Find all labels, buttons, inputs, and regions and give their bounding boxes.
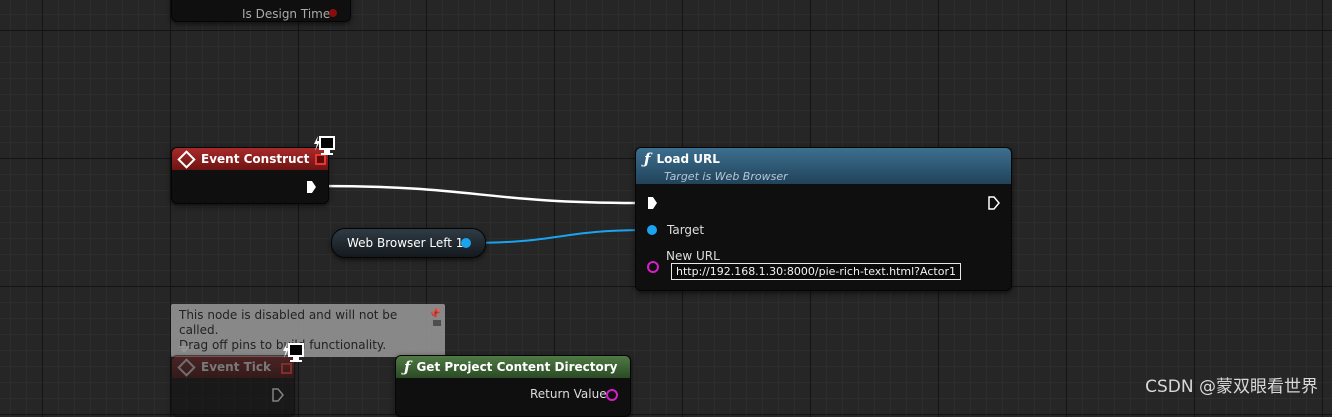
get-project-content-directory-node[interactable]: ƒ Get Project Content Directory Return V… [395,355,631,417]
event-construct-title: Event Construct [201,152,310,166]
new-url-label: New URL [666,249,720,263]
event-tick-node[interactable]: Event Tick [171,355,295,417]
event-construct-header: Event Construct [172,148,328,170]
event-tick-title: Event Tick [201,360,272,374]
new-url-input[interactable]: http://192.168.1.30:8000/pie-rich-text.h… [671,263,961,280]
bool-pin[interactable] [329,9,337,17]
load-url-header: ƒ Load URL Target is Web Browser [636,148,1011,184]
web-browser-variable-label: Web Browser Left 1 [347,236,464,250]
event-construct-node[interactable]: Event Construct [171,147,329,204]
load-url-node[interactable]: ƒ Load URL Target is Web Browser Target … [635,147,1012,291]
get-project-content-directory-header: ƒ Get Project Content Directory [396,356,630,378]
watermark-text: CSDN @蒙双眼看世界 [1145,377,1318,397]
comment-pointer [178,346,190,353]
get-project-content-directory-title: Get Project Content Directory [416,360,618,374]
tick-monitor-icon [283,343,304,362]
target-label: Target [667,223,705,237]
event-diamond-icon [177,149,196,169]
pure-function-icon: ƒ [404,358,411,376]
is-design-time-label: Is Design Time [242,7,331,21]
exec-wire [318,184,645,205]
load-url-title: Load URL [656,151,720,166]
load-url-exec-out[interactable] [988,196,1000,210]
function-icon: ƒ [644,149,651,168]
target-wire [467,229,647,244]
top-partial-node[interactable]: Is Design Time [171,0,351,22]
event-construct-exec-out[interactable] [307,181,316,193]
disabled-node-comment: This node is disabled and will not be ca… [171,304,445,357]
client-monitor-icon [314,136,335,155]
load-url-exec-in[interactable] [648,197,657,209]
event-tick-delegate-pin[interactable] [281,363,292,374]
load-url-subtitle: Target is Web Browser [664,169,788,183]
return-value-pin[interactable] [606,389,618,401]
event-tick-header: Event Tick [172,356,294,378]
new-url-pin[interactable] [647,261,659,273]
web-browser-output-pin[interactable] [461,238,471,248]
event-tick-diamond-icon [177,357,196,377]
event-tick-exec-out[interactable] [272,388,284,402]
target-pin[interactable] [647,225,657,235]
return-value-label: Return Value [530,387,607,401]
comment-bubble-icon[interactable] [433,320,441,326]
comment-line-2: Drag off pins to build functionality. [179,338,387,352]
web-browser-variable-node[interactable]: Web Browser Left 1 [331,228,486,258]
comment-line-1: This node is disabled and will not be ca… [179,308,398,337]
